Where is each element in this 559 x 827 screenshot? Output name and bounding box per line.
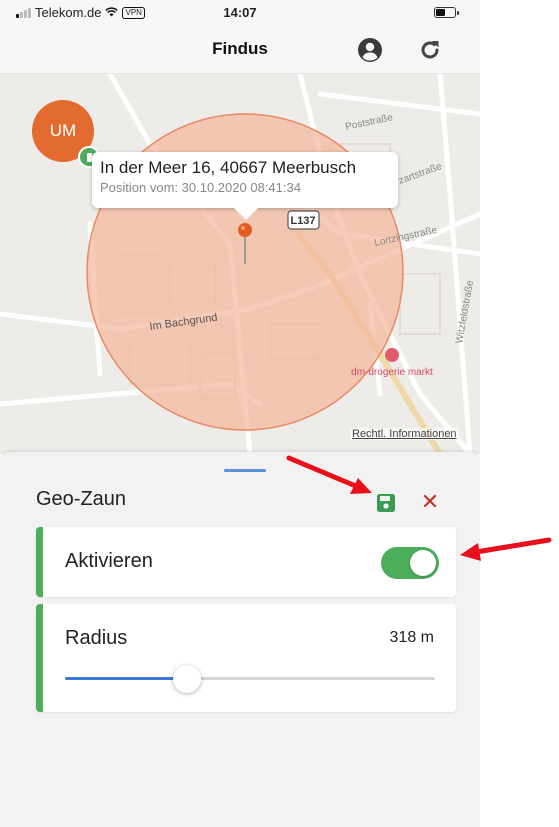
user-circle-icon xyxy=(358,38,382,62)
geofence-sheet: Geo-Zaun ✕ Aktivieren Radius 318 m xyxy=(0,452,480,827)
callout-address: In der Meer 16, 40667 Meerbusch xyxy=(100,158,357,177)
battery-icon xyxy=(434,7,459,18)
sheet-grab-handle[interactable] xyxy=(224,469,266,472)
activate-toggle[interactable] xyxy=(381,547,439,579)
status-bar: Telekom.de VPN 14:07 xyxy=(0,0,480,26)
close-button[interactable]: ✕ xyxy=(418,490,442,514)
app-title: Findus xyxy=(212,39,268,58)
map-view[interactable]: Im Bachgrund Poststraße Lortzingstraße W… xyxy=(0,74,480,454)
radius-label: Radius xyxy=(65,627,128,649)
location-callout[interactable]: In der Meer 16, 40667 Meerbusch Position… xyxy=(92,152,398,220)
app-header: Findus xyxy=(0,26,480,74)
avatar-initials: UM xyxy=(49,121,77,140)
battery-icon xyxy=(86,152,92,162)
sheet-title: Geo-Zaun xyxy=(36,488,127,510)
location-pin-icon xyxy=(238,223,252,237)
toggle-knob xyxy=(410,550,436,576)
street-label-mozartstrasse: zartstraße xyxy=(397,161,443,187)
legal-info-link[interactable]: Rechtl. Informationen xyxy=(350,428,459,440)
radius-value: 318 m xyxy=(389,629,434,646)
refresh-icon xyxy=(421,41,439,59)
profile-button[interactable] xyxy=(356,36,384,64)
slider-fill xyxy=(65,677,188,680)
poi-label: dm-drogerie markt xyxy=(351,367,433,378)
radius-card: Radius 318 m xyxy=(36,604,456,712)
refresh-button[interactable] xyxy=(416,36,444,64)
activate-label: Aktivieren xyxy=(65,550,153,572)
save-button[interactable] xyxy=(374,491,398,515)
activate-card: Aktivieren xyxy=(36,527,456,597)
phone-screen: Telekom.de VPN 14:07 Findus Im Bachgrund… xyxy=(0,0,480,827)
road-badge-label: L137 xyxy=(290,215,315,227)
street-label-poststrasse: Poststraße xyxy=(344,112,394,133)
callout-position-date: Position vom: 30.10.2020 08:41:34 xyxy=(100,180,301,195)
dm-store-icon xyxy=(385,348,399,362)
slider-thumb[interactable] xyxy=(173,665,202,693)
close-icon: ✕ xyxy=(420,489,440,514)
radius-slider[interactable] xyxy=(65,664,435,694)
status-time: 14:07 xyxy=(223,5,257,20)
save-icon xyxy=(377,494,395,512)
